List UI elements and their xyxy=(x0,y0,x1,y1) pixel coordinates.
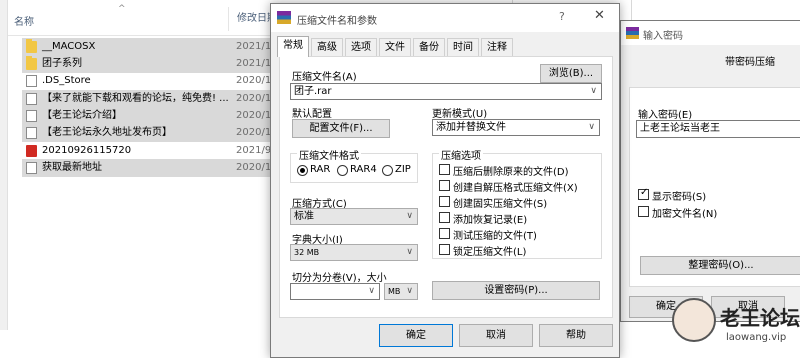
tab-comment[interactable]: 注释 xyxy=(481,38,513,56)
folder-icon xyxy=(26,39,37,53)
archive-dialog-titlebar: 压缩文件名和参数 ? ✕ xyxy=(271,4,619,32)
format-rar-radio[interactable] xyxy=(297,165,308,176)
file-icon xyxy=(26,75,37,87)
tab-options[interactable]: 选项 xyxy=(345,38,377,56)
format-zip-radio[interactable] xyxy=(382,165,393,176)
sfx-checkbox[interactable] xyxy=(439,180,450,191)
tab-time[interactable]: 时间 xyxy=(447,38,479,56)
browse-button[interactable]: 浏览(B)... xyxy=(540,64,602,83)
password-dialog-titlebar: 输入密码 xyxy=(621,21,800,45)
password-input[interactable]: 上老王论坛当老王 xyxy=(636,120,800,138)
password-dialog-subtitle: 带密码压缩 xyxy=(725,57,775,68)
tab-general[interactable]: 常规 xyxy=(277,36,309,57)
list-item[interactable]: .DS_Store 2020/1 xyxy=(22,72,290,90)
show-password-label: 显示密码(S) xyxy=(652,192,707,203)
list-item[interactable]: __MACOSX 2021/1 xyxy=(22,38,290,56)
watermark-face-icon xyxy=(672,298,716,342)
list-item[interactable]: 团子系列 2021/1 xyxy=(22,55,290,73)
watermark-url: laowang.vip xyxy=(726,332,787,343)
tab-files[interactable]: 文件 xyxy=(379,38,411,56)
general-tab-panel: 压缩文件名(A) 浏览(B)... 团子.rar ∨ 默认配置 配置文件(F)..… xyxy=(279,56,613,318)
password-input-label: 输入密码(E) xyxy=(638,110,693,121)
folder-icon xyxy=(26,56,37,70)
format-group: 压缩文件格式 RAR RAR4 ZIP xyxy=(290,147,418,183)
delete-after-checkbox[interactable] xyxy=(439,164,450,175)
password-panel: 输入密码(E) 上老王论坛当老王 显示密码(S) 加密文件名(N) 整理密码(O… xyxy=(629,87,800,287)
update-mode-label: 更新模式(U) xyxy=(432,109,488,120)
format-rar4-radio[interactable] xyxy=(337,165,348,176)
test-files-checkbox[interactable] xyxy=(439,228,450,239)
tab-backup[interactable]: 备份 xyxy=(413,38,445,56)
help-icon[interactable]: ? xyxy=(559,10,565,23)
watermark-brand: 老王论坛 xyxy=(720,306,800,330)
scrollbar[interactable] xyxy=(0,0,8,330)
archive-name-input[interactable]: 团子.rar ∨ xyxy=(290,83,602,100)
default-config-label: 默认配置 xyxy=(292,109,332,120)
tab-advanced[interactable]: 高级 xyxy=(311,38,343,56)
dialog-title: 压缩文件名和参数 xyxy=(297,16,377,27)
organize-passwords-button[interactable]: 整理密码(O)... xyxy=(640,256,800,275)
split-size-input[interactable]: ∨ xyxy=(290,283,380,300)
chevron-down-icon: ∨ xyxy=(406,247,413,257)
show-password-checkbox[interactable] xyxy=(638,187,649,200)
lock-archive-checkbox[interactable] xyxy=(439,244,450,255)
chevron-down-icon: ∨ xyxy=(406,211,413,221)
cancel-button[interactable]: 取消 xyxy=(459,324,533,347)
file-icon xyxy=(26,162,37,174)
config-file-button[interactable]: 配置文件(F)... xyxy=(292,119,390,138)
update-mode-select[interactable]: 添加并替换文件 ∨ xyxy=(432,119,600,136)
file-icon xyxy=(26,127,37,139)
solid-checkbox[interactable] xyxy=(439,196,450,207)
pdf-icon xyxy=(26,145,37,157)
archive-dialog: 压缩文件名和参数 ? ✕ 常规 高级 选项 文件 备份 时间 注释 压缩文件名(… xyxy=(270,3,620,358)
column-name-header[interactable]: 名称 xyxy=(14,13,34,28)
file-icon xyxy=(26,93,37,105)
list-item[interactable]: 20210926115720 2021/9 xyxy=(22,142,290,160)
method-select[interactable]: 标准 ∨ xyxy=(290,208,418,225)
close-icon[interactable]: ✕ xyxy=(594,8,605,23)
winrar-icon xyxy=(626,27,639,39)
chevron-down-icon[interactable]: ∨ xyxy=(590,84,597,99)
list-item[interactable]: 【老王论坛永久地址发布页】 2020/1 xyxy=(22,124,290,142)
chevron-down-icon: ∨ xyxy=(406,286,413,296)
password-dialog: 输入密码 带密码压缩 输入密码(E) 上老王论坛当老王 显示密码(S) 加密文件… xyxy=(620,20,800,322)
password-dialog-title: 输入密码 xyxy=(643,31,683,42)
encrypt-names-checkbox[interactable] xyxy=(638,206,649,217)
recovery-record-checkbox[interactable] xyxy=(439,212,450,223)
options-group: 压缩选项 压缩后删除原来的文件(D) 创建自解压格式压缩文件(X) 创建固实压缩… xyxy=(432,147,602,259)
list-item[interactable]: 【来了就能下载和观看的论坛，纯免费! ... 2020/1 xyxy=(22,90,290,108)
list-item[interactable]: 【老王论坛介绍】 2020/1 xyxy=(22,107,290,125)
split-label: 切分为分卷(V)，大小 xyxy=(292,273,387,284)
set-password-button[interactable]: 设置密码(P)... xyxy=(432,281,600,300)
watermark: 老王论坛 laowang.vip xyxy=(672,296,800,358)
dict-size-select[interactable]: 32 MB ∨ xyxy=(290,244,418,261)
encrypt-names-label: 加密文件名(N) xyxy=(652,209,718,220)
sort-arrow-icon[interactable]: ^ xyxy=(118,4,126,14)
file-icon xyxy=(26,110,37,122)
file-explorer: ^ 名称 修改日期 __MACOSX 2021/1 团子系列 2021/1 .DS_… xyxy=(0,0,298,358)
winrar-icon xyxy=(277,11,291,24)
list-item[interactable]: 获取最新地址 2020/1 xyxy=(22,159,290,177)
split-unit-select[interactable]: MB ∨ xyxy=(384,283,418,300)
archive-name-label: 压缩文件名(A) xyxy=(292,72,357,83)
chevron-down-icon: ∨ xyxy=(588,122,595,132)
ok-button[interactable]: 确定 xyxy=(379,324,453,347)
help-button[interactable]: 帮助 xyxy=(539,324,613,347)
chevron-down-icon[interactable]: ∨ xyxy=(368,284,375,299)
